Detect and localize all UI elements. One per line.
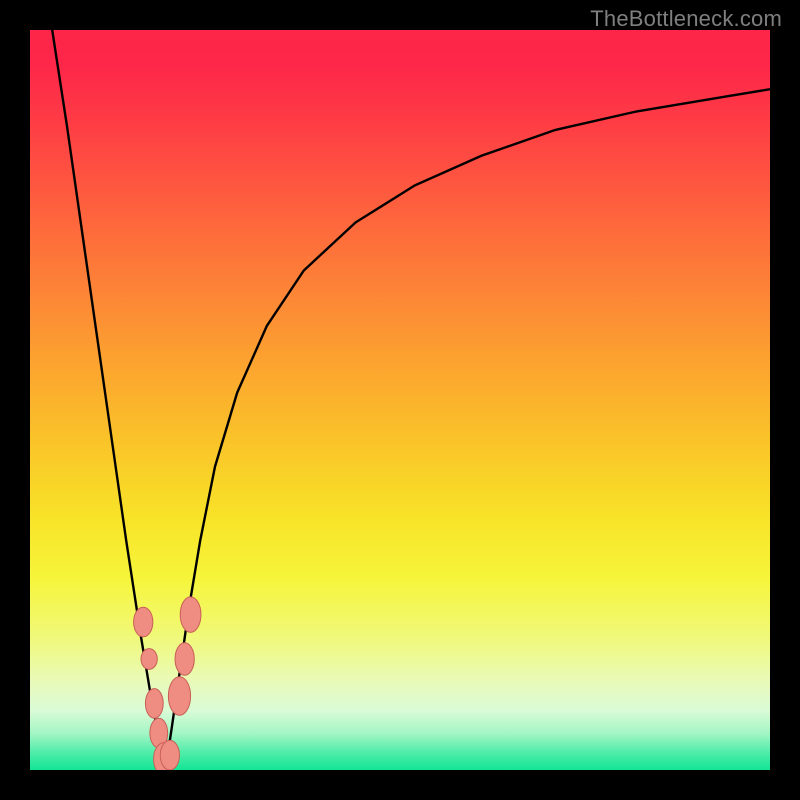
curve-right-branch: [165, 89, 770, 770]
left-marker-upper: [134, 607, 153, 637]
right-marker-low-2: [175, 643, 194, 676]
plot-area: [30, 30, 770, 770]
valley-marker: [160, 740, 179, 770]
watermark-text: TheBottleneck.com: [590, 6, 782, 32]
marker-group: [134, 597, 201, 770]
chart-frame: TheBottleneck.com: [0, 0, 800, 800]
left-marker-low-1: [145, 689, 163, 719]
right-marker-low-1: [168, 677, 190, 715]
left-marker-mid: [141, 649, 157, 670]
chart-overlay: [30, 30, 770, 770]
right-marker-upper: [180, 597, 201, 633]
